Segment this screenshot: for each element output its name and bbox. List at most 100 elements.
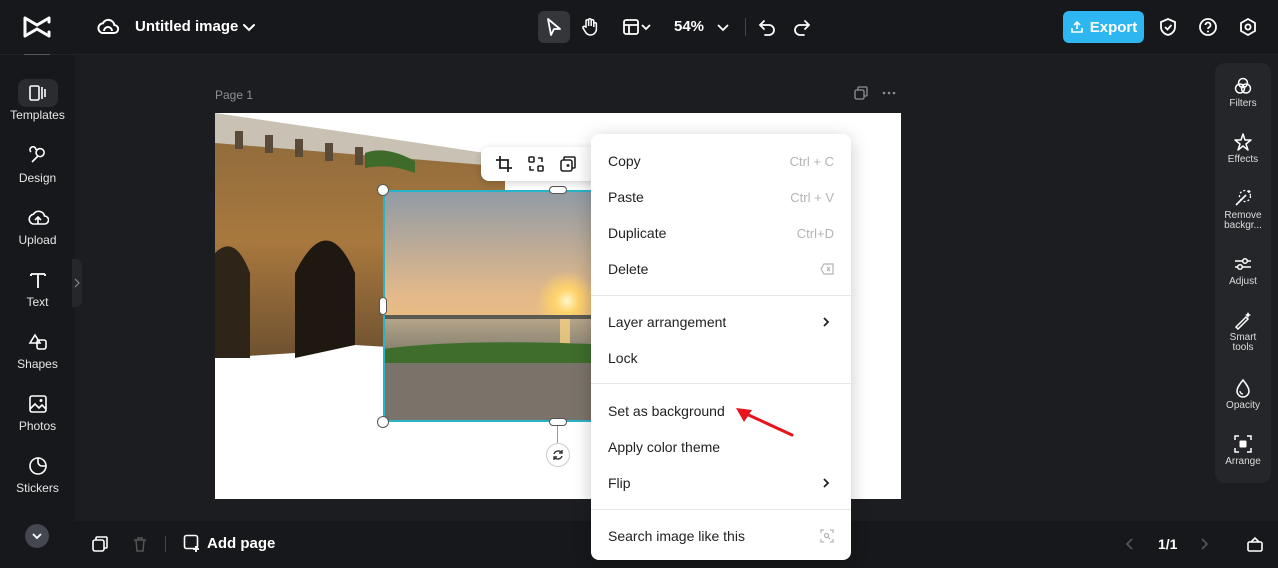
document-title[interactable]: Untitled image [135,18,238,35]
stickers-icon [27,455,49,477]
sidebar-item-stickers[interactable]: Stickers [0,451,75,507]
sidebar-item-photos[interactable]: Photos [0,389,75,445]
menu-item-label: Delete [608,261,649,277]
resize-handle-bottom[interactable] [549,418,567,426]
page-panel-toggle-icon[interactable] [1246,535,1264,553]
layout-icon [623,19,639,35]
trash-icon[interactable] [131,535,149,553]
top-bar: Untitled image 54% Export [0,0,1278,55]
chevron-down-icon[interactable] [240,18,258,36]
sidebar-item-text[interactable]: Text [0,265,75,321]
hand-tool-button[interactable] [574,11,606,43]
redo-icon [794,20,811,36]
menu-separator [591,509,851,510]
left-sidebar: Templates Design Upload Text Shapes Phot… [0,55,75,568]
rotate-icon [553,450,563,460]
menu-item-lock[interactable]: Lock [591,340,851,376]
resize-handle-left[interactable] [379,297,387,315]
menu-item-label: Lock [608,350,638,366]
opacity-drop-icon [1232,377,1254,399]
sidebar-item-templates[interactable]: Templates [0,75,75,131]
image-search-icon [820,529,834,543]
context-menu: Copy Ctrl + C Paste Ctrl + V Duplicate C… [591,134,851,560]
chevron-right-icon [74,278,80,288]
menu-item-layer-arrangement[interactable]: Layer arrangement [591,304,851,340]
sidebar-item-shapes[interactable]: Shapes [0,327,75,383]
effects-star-icon [1232,131,1254,153]
right-item-label: Arrange [1225,456,1261,467]
menu-item-copy[interactable]: Copy Ctrl + C [591,143,851,179]
undo-button[interactable] [751,11,783,43]
right-item-effects[interactable]: Effects [1215,131,1271,181]
zoom-chevron-down-icon[interactable] [716,20,730,34]
right-item-label: Effects [1227,154,1259,165]
rotate-handle[interactable] [546,443,570,467]
layout-dropdown-button[interactable] [614,11,660,43]
menu-item-set-as-background[interactable]: Set as background [591,393,851,429]
menu-item-delete[interactable]: Delete [591,251,851,287]
zoom-level[interactable]: 54% [674,18,704,35]
add-page-button[interactable]: Add page [183,534,275,552]
right-item-adjust[interactable]: Adjust [1215,253,1271,303]
smart-tools-wand-icon [1232,309,1254,331]
menu-item-flip[interactable]: Flip [591,465,851,501]
page-label: Page 1 [215,88,254,102]
menu-item-label: Paste [608,189,644,205]
menu-item-shortcut: Ctrl + V [790,190,834,205]
duplicate-page-icon[interactable] [91,535,109,553]
add-page-icon [183,534,199,552]
undo-icon [758,20,775,36]
menu-item-paste[interactable]: Paste Ctrl + V [591,179,851,215]
shield-button[interactable] [1155,14,1181,40]
next-page-icon[interactable] [1198,537,1210,551]
help-button[interactable] [1195,14,1221,40]
duplicate-page-icon[interactable] [854,86,868,100]
right-item-filters[interactable]: Filters [1215,75,1271,125]
chevron-down-icon [641,24,651,31]
select-tool-button[interactable] [538,11,570,43]
sidebar-item-upload[interactable]: Upload [0,203,75,259]
shield-check-icon [1160,18,1176,36]
crop-icon[interactable] [495,155,513,173]
text-icon [27,269,49,291]
menu-item-search-image-like-this[interactable]: Search image like this [591,518,851,554]
right-item-label: Opacity [1226,400,1260,411]
sidebar-collapse-handle[interactable] [72,259,82,307]
menu-item-label: Search image like this [608,528,745,544]
resize-handle-top-left[interactable] [377,184,389,196]
duplicate-icon[interactable] [559,155,577,173]
sidebar-item-label: Photos [18,419,57,433]
right-item-arrange[interactable]: Arrange [1215,433,1271,483]
menu-item-apply-color-theme[interactable]: Apply color theme [591,429,851,465]
menu-item-duplicate[interactable]: Duplicate Ctrl+D [591,215,851,251]
sidebar-item-design[interactable]: Design [0,141,75,197]
more-options-icon[interactable] [882,86,896,100]
cursor-icon [547,18,561,36]
cloud-sync-icon[interactable] [96,16,120,38]
export-button[interactable]: Export [1063,11,1144,43]
resize-handle-bottom-left[interactable] [377,416,389,428]
replace-image-icon[interactable] [527,155,545,173]
sidebar-more-button[interactable] [25,524,49,548]
backspace-key-icon [820,263,834,275]
menu-separator [591,383,851,384]
arrange-icon [1232,433,1254,455]
right-item-label: Filters [1229,98,1257,109]
redo-button[interactable] [786,11,818,43]
selection-box[interactable] [383,190,613,422]
toolbar-divider [745,18,746,36]
settings-button[interactable] [1235,14,1261,40]
app-window: Untitled image 54% Export Templates Desi… [0,0,1278,568]
right-properties-panel: Filters Effects Remove backgr... Adjust … [1215,63,1271,483]
annotation-arrow-icon [736,408,794,437]
right-item-opacity[interactable]: Opacity [1215,377,1271,427]
right-item-remove-background[interactable]: Remove backgr... [1215,187,1271,243]
right-item-smart-tools[interactable]: Smart tools [1215,309,1271,365]
export-label: Export [1089,18,1138,36]
menu-item-label: Set as background [608,403,725,419]
previous-page-icon[interactable] [1124,537,1136,551]
magic-wand-icon [1232,187,1254,209]
filters-icon [1232,75,1254,97]
resize-handle-top[interactable] [549,186,567,194]
capcut-logo-icon[interactable] [22,14,52,40]
